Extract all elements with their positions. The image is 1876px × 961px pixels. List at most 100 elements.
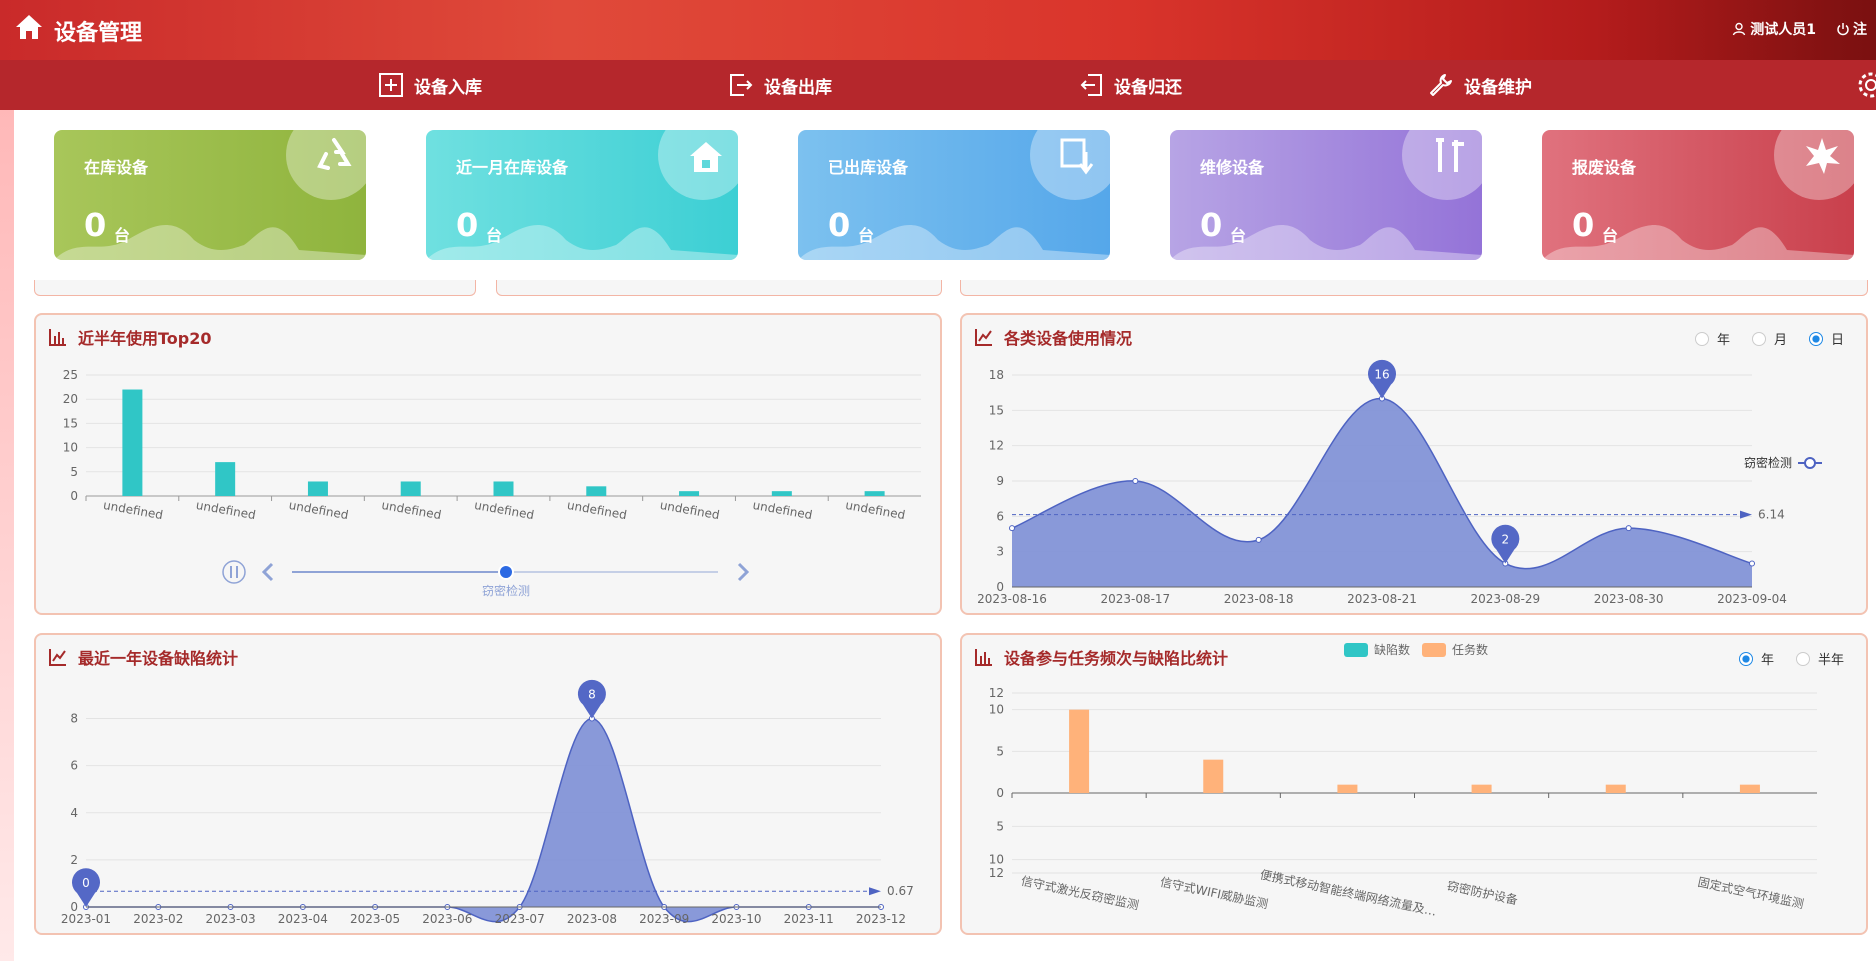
max-marker: 16	[1368, 359, 1396, 399]
x-tick-label: 2023-01	[61, 912, 111, 926]
bar	[493, 481, 514, 496]
x-tick-label: 2023-08-29	[1470, 592, 1540, 606]
logout-button[interactable]: 注	[1836, 19, 1876, 39]
pause-icon	[230, 566, 232, 578]
bar	[771, 491, 792, 496]
stats-section: 在库设备 0 台 近一月在库设备 0 台 已出库设备 0 台 维修设备 0 台 …	[14, 110, 1876, 280]
stat-label: 报废设备	[1572, 158, 1637, 177]
x-tick-label: 2023-09	[639, 912, 689, 926]
bar-task	[1069, 709, 1090, 793]
prev-arrow-icon	[261, 562, 274, 582]
x-tick-label: undefined	[844, 498, 906, 522]
export-icon	[730, 74, 753, 96]
x-tick-label: 信守式激光反窃密监测	[1020, 873, 1141, 913]
panel-top20: 近半年使用Top20 0 5 10 15 20 25 undefined undefined u…	[34, 313, 942, 615]
bar	[586, 486, 607, 496]
y-tick-label: 20	[63, 392, 78, 406]
stat-card-in-stock[interactable]: 在库设备 0 台	[54, 130, 366, 260]
user-icon	[1733, 22, 1746, 36]
legend-label: 任务数	[1452, 642, 1488, 657]
x-tick-label: 2023-10	[711, 912, 761, 926]
x-tick-label: 2023-08-17	[1100, 592, 1170, 606]
average-arrow	[1740, 510, 1752, 519]
box-out-icon	[1060, 138, 1094, 175]
card-wave-decoration	[798, 225, 1110, 260]
y-tick-label: 9	[996, 474, 1004, 488]
y-tick-label: 6	[70, 759, 78, 773]
nav-item-maintenance[interactable]: 设备维护	[1428, 72, 1532, 98]
y-tick-label: 18	[989, 368, 1004, 382]
y-tick-label: 4	[70, 806, 78, 820]
x-tick-label: 2023-08-18	[1224, 592, 1294, 606]
x-tick-label: 信守式WIFI威胁监测	[1159, 874, 1270, 912]
defects-area-chart: 02 4 6 8 2023-01 2023-02 2023-03 2023-04 2023-05…	[61, 679, 914, 926]
bar-task	[1203, 759, 1224, 793]
x-tick-label: undefined	[473, 498, 535, 522]
y-tick-label: 25	[63, 368, 78, 382]
y-tick-label: 10	[63, 441, 78, 455]
legend-marker	[1804, 457, 1816, 469]
timeline-handle	[498, 564, 514, 580]
y-tick-label: 15	[63, 416, 78, 430]
wrench-icon	[1430, 74, 1452, 96]
panel-defects: 最近一年设备缺陷统计 0 2 4 6 8 2023-01 2023-02 2023-03 202…	[34, 633, 942, 935]
marker-label: 16	[1374, 368, 1389, 382]
nav-label: 设备归还	[1114, 77, 1182, 98]
logout-label: 注	[1853, 22, 1867, 38]
user-menu[interactable]: 测试人员1	[1732, 19, 1816, 39]
plus-square-icon	[379, 73, 403, 97]
y-tick-label: 5	[996, 819, 1004, 833]
x-tick-label: 2023-02	[133, 912, 183, 926]
next-arrow-icon	[737, 562, 750, 582]
marker-label: 0	[82, 876, 90, 890]
frequency-bar-chart: 05101251012信守式激光反窃密监测 信守式WIFI威胁监测便携式移动智能终…	[989, 642, 1817, 919]
left-edge-gradient	[0, 0, 14, 961]
nav-label: 设备入库	[414, 77, 482, 98]
x-tick-label: 固定式空气环境监测	[1696, 874, 1805, 911]
nav-item-stock-out[interactable]: 设备出库	[728, 72, 832, 98]
card-wave-decoration	[1542, 225, 1854, 260]
collapsed-panel-edge	[960, 280, 1868, 296]
user-name: 测试人员1	[1750, 22, 1816, 38]
x-tick-label: 便携式移动智能终端网络流量及…	[1259, 867, 1438, 919]
y-tick-label: 10	[989, 703, 1004, 717]
y-tick-label: 5	[996, 744, 1004, 758]
home-icon[interactable]	[14, 12, 44, 42]
y-tick-label: 2	[70, 853, 78, 867]
collapsed-panel-edge	[496, 280, 942, 296]
gear-icon[interactable]	[1856, 70, 1876, 100]
stat-card-repair[interactable]: 维修设备 0 台	[1170, 130, 1482, 260]
bar-task	[1337, 784, 1358, 793]
x-tick-label: 2023-04	[278, 912, 328, 926]
stat-card-scrapped[interactable]: 报废设备 0 台	[1542, 130, 1854, 260]
x-tick-label: 2023-11	[784, 912, 834, 926]
x-tick-label: undefined	[102, 498, 164, 522]
recycle-icon	[317, 138, 352, 170]
x-tick-label: 2023-03	[205, 912, 255, 926]
x-tick-label: undefined	[195, 498, 257, 522]
app-header: 设备管理 测试人员1 注	[0, 0, 1876, 60]
y-tick-label: 12	[989, 439, 1004, 453]
stat-label: 已出库设备	[828, 158, 909, 177]
data-point	[1255, 536, 1262, 543]
x-tick-label: 2023-06	[422, 912, 472, 926]
data-point	[1625, 525, 1632, 532]
panel-usage: 各类设备使用情况 年 月 日 0 3 6 9 12 15 18 2023-08-16 2023-…	[960, 313, 1868, 615]
stat-card-month-stock[interactable]: 近一月在库设备 0 台	[426, 130, 738, 260]
nav-item-return[interactable]: 设备归还	[1078, 72, 1182, 98]
collapsed-panel-edge	[34, 280, 476, 296]
card-wave-decoration	[1170, 225, 1482, 260]
y-tick-label: 3	[996, 545, 1004, 559]
usage-area-chart: 03691215182023-08-16 2023-08-17 2023-08-18…	[977, 359, 1822, 606]
stat-card-checked-out[interactable]: 已出库设备 0 台	[798, 130, 1110, 260]
bar	[400, 481, 421, 496]
x-tick-label: undefined	[380, 498, 442, 522]
legend-label: 窃密检测	[1744, 455, 1792, 470]
max-marker: 8	[577, 679, 606, 719]
x-tick-label: 2023-12	[856, 912, 906, 926]
power-icon	[1837, 23, 1849, 36]
y-tick-label: 10	[989, 853, 1004, 867]
nav-item-stock-in[interactable]: 设备入库	[378, 72, 482, 98]
x-tick-label: 2023-09-04	[1717, 592, 1787, 606]
bar	[122, 389, 143, 496]
